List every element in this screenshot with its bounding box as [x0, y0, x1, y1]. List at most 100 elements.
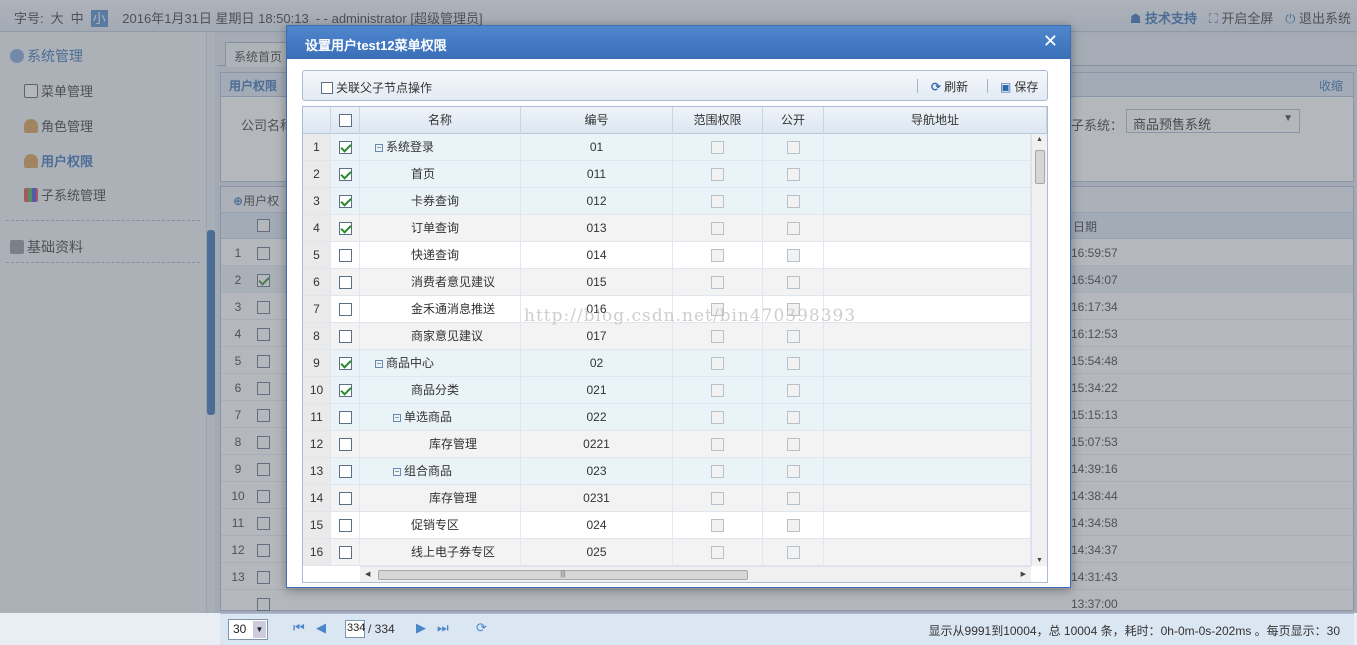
tree-grid-row[interactable]: 16 线上电子券专区 025	[303, 539, 1031, 566]
row-checkbox[interactable]	[338, 141, 352, 155]
scope-permission-checkbox[interactable]	[711, 168, 724, 182]
refresh-button[interactable]: ⟳ 刷新	[931, 78, 968, 95]
row-check-cell[interactable]	[331, 377, 360, 403]
tree-toggle-icon[interactable]: −	[393, 468, 401, 476]
public-checkbox[interactable]	[786, 330, 800, 344]
page-input[interactable]: 334	[345, 620, 365, 638]
row-check-cell[interactable]	[331, 485, 360, 511]
row-checkbox[interactable]	[338, 249, 352, 263]
public-checkbox[interactable]	[786, 438, 800, 452]
scope-permission-checkbox[interactable]	[711, 195, 724, 209]
row-check-cell[interactable]	[331, 296, 360, 322]
row-checkbox[interactable]	[338, 276, 352, 290]
tree-grid-row[interactable]: 14 库存管理 0231	[303, 485, 1031, 512]
scope-permission-checkbox[interactable]	[711, 438, 724, 452]
row-check-cell[interactable]	[331, 431, 360, 457]
row-checkbox[interactable]	[338, 357, 352, 371]
row-check-cell[interactable]	[331, 512, 360, 538]
tree-grid-row[interactable]: 3 卡券查询 012	[303, 188, 1031, 215]
row-check-cell[interactable]	[331, 350, 360, 376]
close-icon[interactable]: ✕	[1043, 31, 1058, 52]
tree-grid-row[interactable]: 9− 商品中心 02	[303, 350, 1031, 377]
scope-permission-checkbox[interactable]	[711, 465, 724, 479]
row-check-cell[interactable]	[331, 242, 360, 268]
row-check-cell[interactable]	[331, 458, 360, 484]
public-checkbox[interactable]	[786, 249, 800, 263]
public-checkbox[interactable]	[786, 222, 800, 236]
page-size-select[interactable]: 30 ▼	[228, 619, 268, 640]
scope-permission-checkbox[interactable]	[711, 276, 724, 290]
next-page-icon[interactable]: ▶	[416, 620, 426, 636]
prev-page-icon[interactable]: ◀	[316, 620, 326, 636]
vertical-scrollbar[interactable]: ▲ ▼	[1031, 134, 1047, 566]
code-column-header[interactable]: 编号	[521, 107, 673, 134]
tree-toggle-icon[interactable]: −	[375, 360, 383, 368]
row-check-cell[interactable]	[331, 404, 360, 430]
scroll-thumb[interactable]	[1035, 150, 1045, 184]
tree-grid-row[interactable]: 15 促销专区 024	[303, 512, 1031, 539]
scope-permission-checkbox[interactable]	[711, 249, 724, 263]
scope-column-header[interactable]: 范围权限	[673, 107, 763, 134]
tree-grid-row[interactable]: 4 订单查询 013	[303, 215, 1031, 242]
tree-grid-row[interactable]: 8 商家意见建议 017	[303, 323, 1031, 350]
scroll-down-icon[interactable]: ▼	[1036, 557, 1043, 564]
row-check-cell[interactable]	[331, 269, 360, 295]
tree-grid-row[interactable]: 11− 单选商品 022	[303, 404, 1031, 431]
link-parent-child-option[interactable]: 关联父子节点操作	[321, 79, 432, 96]
row-check-cell[interactable]	[331, 161, 360, 187]
row-check-cell[interactable]	[331, 215, 360, 241]
row-check-cell[interactable]	[331, 539, 360, 565]
scroll-up-icon[interactable]: ▲	[1036, 136, 1043, 143]
public-checkbox[interactable]	[786, 384, 800, 398]
row-checkbox[interactable]	[338, 222, 352, 236]
public-checkbox[interactable]	[786, 492, 800, 506]
row-checkbox[interactable]	[338, 546, 352, 560]
public-checkbox[interactable]	[786, 168, 800, 182]
nav-url-column-header[interactable]: 导航地址	[824, 107, 1047, 134]
save-button[interactable]: ▣ 保存	[1000, 78, 1038, 95]
scope-permission-checkbox[interactable]	[711, 357, 724, 371]
scope-permission-checkbox[interactable]	[711, 519, 724, 533]
row-checkbox[interactable]	[338, 465, 352, 479]
public-checkbox[interactable]	[786, 195, 800, 209]
row-check-cell[interactable]	[331, 188, 360, 214]
public-checkbox[interactable]	[786, 276, 800, 290]
tree-grid-row[interactable]: 6 消费者意见建议 015	[303, 269, 1031, 296]
public-checkbox[interactable]	[786, 411, 800, 425]
scope-permission-checkbox[interactable]	[711, 141, 724, 155]
public-checkbox[interactable]	[786, 357, 800, 371]
tree-grid-row[interactable]: 1− 系统登录 01	[303, 134, 1031, 161]
scope-permission-checkbox[interactable]	[711, 411, 724, 425]
scroll-left-icon[interactable]: ◀	[365, 570, 370, 578]
row-checkbox[interactable]	[338, 303, 352, 317]
reload-icon[interactable]: ⟳	[476, 620, 487, 636]
tree-toggle-icon[interactable]: −	[393, 414, 401, 422]
public-checkbox[interactable]	[786, 546, 800, 560]
scroll-thumb[interactable]: |||	[378, 570, 748, 580]
scope-permission-checkbox[interactable]	[711, 384, 724, 398]
row-check-cell[interactable]	[331, 134, 360, 160]
public-checkbox[interactable]	[786, 519, 800, 533]
tree-toggle-icon[interactable]: −	[375, 144, 383, 152]
tree-grid-row[interactable]: 5 快递查询 014	[303, 242, 1031, 269]
select-all-checkbox[interactable]	[338, 114, 352, 128]
link-parent-child-checkbox[interactable]	[321, 82, 333, 94]
tree-grid-row[interactable]: 13− 组合商品 023	[303, 458, 1031, 485]
horizontal-scrollbar[interactable]: ◀ ||| ▶	[360, 566, 1031, 582]
name-column-header[interactable]: 名称	[360, 107, 521, 134]
row-checkbox[interactable]	[338, 519, 352, 533]
tree-grid-row[interactable]: 2 首页 011	[303, 161, 1031, 188]
row-check-cell[interactable]	[331, 323, 360, 349]
scroll-right-icon[interactable]: ▶	[1021, 570, 1026, 578]
row-checkbox[interactable]	[338, 168, 352, 182]
public-column-header[interactable]: 公开	[763, 107, 824, 134]
scope-permission-checkbox[interactable]	[711, 222, 724, 236]
public-checkbox[interactable]	[786, 465, 800, 479]
last-page-icon[interactable]: ⏭	[437, 620, 449, 636]
public-checkbox[interactable]	[786, 141, 800, 155]
row-checkbox[interactable]	[338, 195, 352, 209]
row-checkbox[interactable]	[338, 330, 352, 344]
row-checkbox[interactable]	[338, 438, 352, 452]
row-checkbox[interactable]	[338, 384, 352, 398]
row-checkbox[interactable]	[338, 492, 352, 506]
